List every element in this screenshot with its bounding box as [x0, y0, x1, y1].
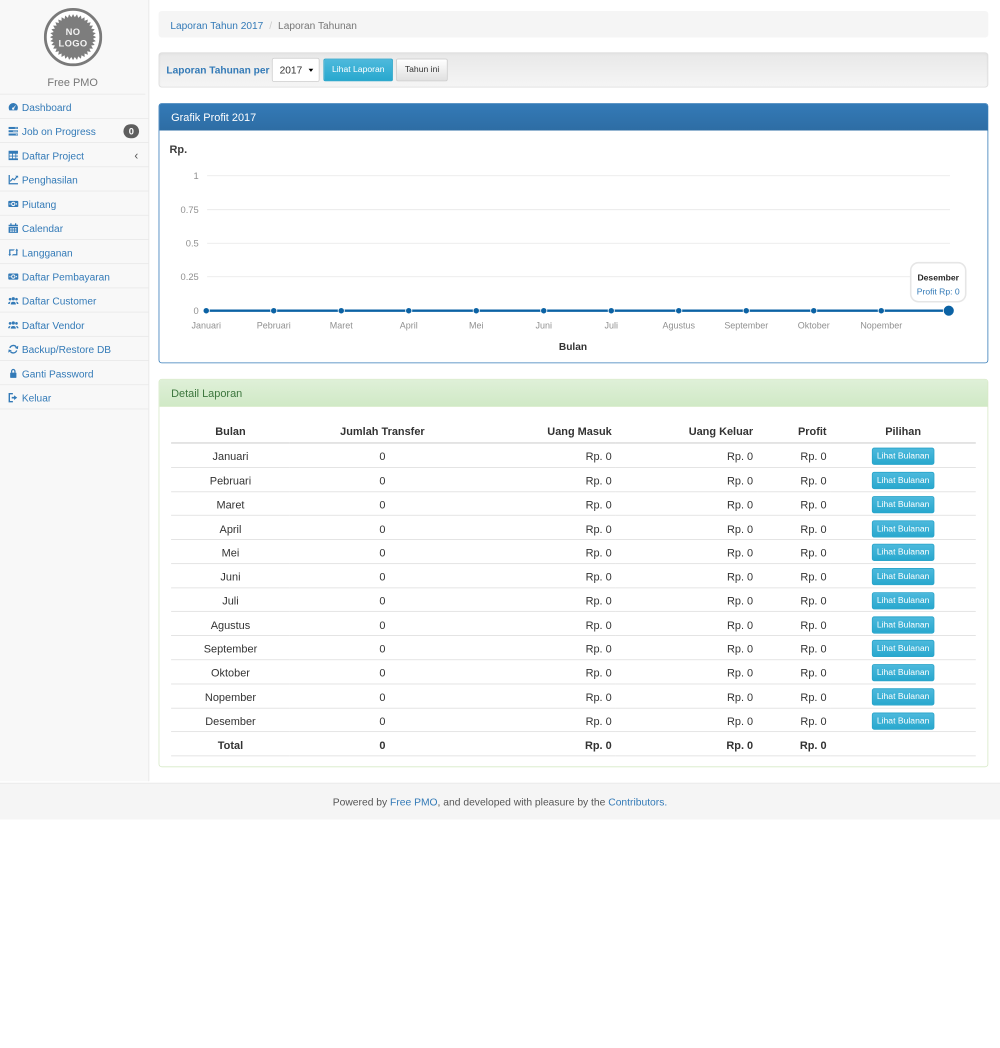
- svg-text:Pebruari: Pebruari: [257, 321, 291, 331]
- svg-text:April: April: [400, 321, 418, 331]
- svg-text:Bulan: Bulan: [559, 342, 587, 353]
- svg-text:0: 0: [194, 306, 199, 316]
- svg-text:Juli: Juli: [605, 321, 618, 331]
- svg-text:0.5: 0.5: [186, 238, 199, 248]
- svg-text:Nopember: Nopember: [860, 321, 902, 331]
- svg-text:1: 1: [194, 171, 199, 181]
- svg-text:0.25: 0.25: [181, 272, 199, 282]
- svg-text:Mei: Mei: [469, 321, 483, 331]
- svg-text:0.75: 0.75: [181, 205, 199, 215]
- svg-text:Juni: Juni: [536, 321, 552, 331]
- svg-text:Maret: Maret: [330, 321, 353, 331]
- svg-text:Desember: Desember: [917, 272, 959, 282]
- svg-text:Januari: Januari: [192, 321, 221, 331]
- svg-text:September: September: [724, 321, 768, 331]
- svg-text:Profit Rp: 0: Profit Rp: 0: [917, 287, 960, 297]
- svg-text:NO: NO: [65, 27, 80, 37]
- svg-text:LOGO: LOGO: [58, 38, 87, 48]
- svg-text:Oktober: Oktober: [798, 321, 830, 331]
- svg-text:Agustus: Agustus: [663, 321, 696, 331]
